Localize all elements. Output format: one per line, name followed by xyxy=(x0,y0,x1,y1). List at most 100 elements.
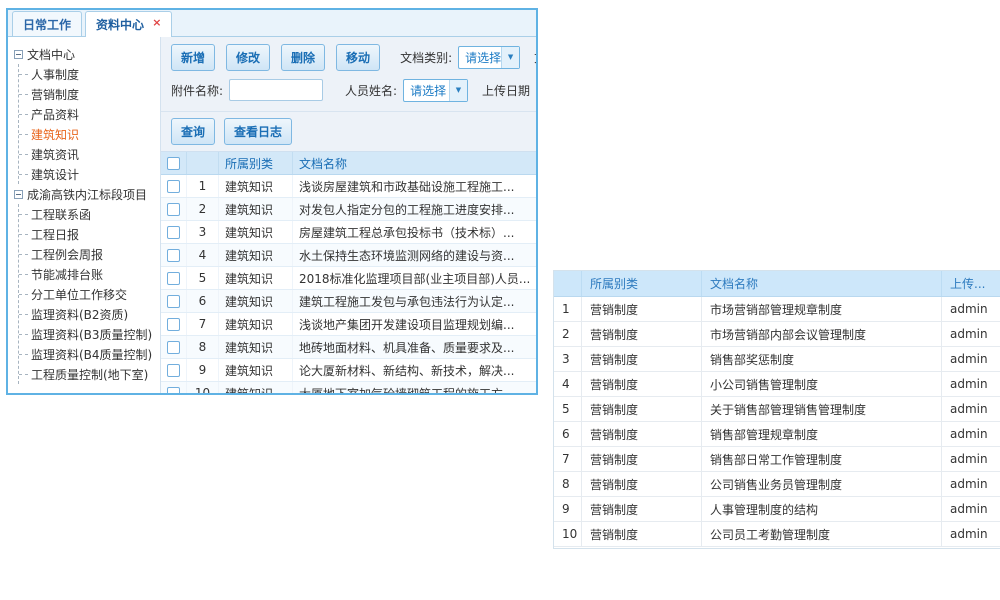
chevron-down-icon[interactable]: ▼ xyxy=(501,47,519,68)
row-checkbox[interactable] xyxy=(167,203,180,216)
row-number: 3 xyxy=(187,221,219,243)
table-row[interactable]: 9 营销制度 人事管理制度的结构 admin xyxy=(554,497,1000,522)
row-category: 营销制度 xyxy=(582,347,702,371)
sidebar-item[interactable]: 监理资料(B3质量控制) xyxy=(19,324,158,344)
row-uploader: admin xyxy=(942,372,1000,396)
table-row[interactable]: 5 营销制度 关于销售部管理销售管理制度 admin xyxy=(554,397,1000,422)
row-checkbox[interactable] xyxy=(167,272,180,285)
sidebar-item-label: 监理资料(B2资质) xyxy=(31,306,128,323)
sidebar-item-label: 产品资料 xyxy=(31,106,79,123)
sidebar-item-label: 节能减排台账 xyxy=(31,266,103,283)
row-category: 营销制度 xyxy=(582,297,702,321)
tree-connector xyxy=(19,94,28,95)
row-checkbox[interactable] xyxy=(167,387,180,394)
sidebar-item[interactable]: 产品资料 xyxy=(19,104,158,124)
attachment-name-input[interactable] xyxy=(229,79,323,101)
row-number: 7 xyxy=(187,313,219,335)
table-row[interactable]: 4 建筑知识 水土保持生态环境监测网络的建设与资... xyxy=(161,244,536,267)
table-row[interactable]: 4 营销制度 小公司销售管理制度 admin xyxy=(554,372,1000,397)
toolbar-button[interactable]: 新增 xyxy=(171,44,215,71)
tree-root-railway-project[interactable]: 成渝高铁内江标段项目 xyxy=(14,184,158,204)
tab-bar: 日常工作 资料中心 × xyxy=(8,10,536,37)
sidebar-item-label: 人事制度 xyxy=(31,66,79,83)
table-row[interactable]: 10 建筑知识 大厦地下室加气砼墙砌筑工程的施工方... xyxy=(161,382,536,393)
table-row[interactable]: 10 营销制度 公司员工考勤管理制度 admin xyxy=(554,522,1000,547)
sidebar-item[interactable]: 工程日报 xyxy=(19,224,158,244)
row-category: 营销制度 xyxy=(582,397,702,421)
sidebar-item[interactable]: 监理资料(B4质量控制) xyxy=(19,344,158,364)
person-name-select[interactable]: 请选择 ▼ xyxy=(403,79,468,102)
sidebar-item[interactable]: 建筑资讯 xyxy=(19,144,158,164)
table-row[interactable]: 6 建筑知识 建筑工程施工发包与承包违法行为认定... xyxy=(161,290,536,313)
tree-connector xyxy=(19,334,28,335)
sidebar-item[interactable]: 工程质量控制(地下室) xyxy=(19,364,158,384)
header-doc-name: 文档名称 xyxy=(293,152,536,174)
table-row[interactable]: 8 建筑知识 地砖地面材料、机具准备、质量要求及... xyxy=(161,336,536,359)
row-checkbox[interactable] xyxy=(167,249,180,262)
tree-root-document-center[interactable]: 文档中心 xyxy=(14,44,158,64)
row-number: 5 xyxy=(187,267,219,289)
table-row[interactable]: 7 建筑知识 浅谈地产集团开发建设项目监理规划编... xyxy=(161,313,536,336)
tab-daily-work[interactable]: 日常工作 xyxy=(12,11,82,36)
sidebar-item[interactable]: 分工单位工作移交 xyxy=(19,284,158,304)
view-log-button[interactable]: 查看日志 xyxy=(224,118,292,145)
table-row[interactable]: 9 建筑知识 论大厦新材料、新结构、新技术，解决... xyxy=(161,359,536,382)
doc-category-select[interactable]: 请选择 ▼ xyxy=(458,46,520,69)
close-icon[interactable]: × xyxy=(152,16,161,29)
table-row[interactable]: 5 建筑知识 2018标准化监理项目部(业主项目部)人员... xyxy=(161,267,536,290)
row-category: 营销制度 xyxy=(582,447,702,471)
table-row[interactable]: 1 建筑知识 浅谈房屋建筑和市政基础设施工程施工... xyxy=(161,175,536,198)
sidebar-item[interactable]: 建筑知识 xyxy=(19,124,158,144)
chevron-down-icon[interactable]: ▼ xyxy=(449,80,467,101)
table-row[interactable]: 3 营销制度 销售部奖惩制度 admin xyxy=(554,347,1000,372)
sidebar-item[interactable]: 人事制度 xyxy=(19,64,158,84)
toolbar-button[interactable]: 删除 xyxy=(281,44,325,71)
row-doc-name: 论大厦新材料、新结构、新技术，解决... xyxy=(293,359,536,381)
collapse-icon[interactable] xyxy=(14,50,23,59)
row-checkbox[interactable] xyxy=(167,226,180,239)
select-all-checkbox[interactable] xyxy=(167,157,180,170)
row-checkbox[interactable] xyxy=(167,364,180,377)
row-number: 8 xyxy=(554,472,582,496)
row-number: 2 xyxy=(187,198,219,220)
row-uploader: admin xyxy=(942,447,1000,471)
row-checkbox[interactable] xyxy=(167,341,180,354)
sidebar-item[interactable]: 工程例会周报 xyxy=(19,244,158,264)
sidebar-item[interactable]: 建筑设计 xyxy=(19,164,158,184)
tab-label: 资料中心 xyxy=(96,18,144,32)
table-row[interactable]: 3 建筑知识 房屋建筑工程总承包投标书（技术标）... xyxy=(161,221,536,244)
sidebar-tree: 文档中心 人事制度 营销制度 产品资料 xyxy=(8,37,160,393)
select-value: 请选择 xyxy=(404,82,446,99)
select-value: 请选择 xyxy=(459,49,501,66)
toolbar-button[interactable]: 移动 xyxy=(336,44,380,71)
row-category: 建筑知识 xyxy=(219,359,293,381)
sidebar-item[interactable]: 监理资料(B2资质) xyxy=(19,304,158,324)
table-row[interactable]: 2 营销制度 市场营销部内部会议管理制度 admin xyxy=(554,322,1000,347)
header-number-column xyxy=(554,271,582,296)
row-number: 9 xyxy=(187,359,219,381)
row-number: 9 xyxy=(554,497,582,521)
row-checkbox[interactable] xyxy=(167,180,180,193)
tree-connector xyxy=(19,174,28,175)
table-row[interactable]: 6 营销制度 销售部管理规章制度 admin xyxy=(554,422,1000,447)
toolbar-button[interactable]: 修改 xyxy=(226,44,270,71)
table-row[interactable]: 1 营销制度 市场营销部管理规章制度 admin xyxy=(554,297,1000,322)
table-row[interactable]: 7 营销制度 销售部日常工作管理制度 admin xyxy=(554,447,1000,472)
sidebar-item[interactable]: 工程联系函 xyxy=(19,204,158,224)
tab-data-center[interactable]: 资料中心 × xyxy=(85,11,172,37)
table-row[interactable]: 8 营销制度 公司销售业务员管理制度 admin xyxy=(554,472,1000,497)
row-checkbox[interactable] xyxy=(167,318,180,331)
row-doc-name: 市场营销部管理规章制度 xyxy=(702,297,942,321)
table-header: 所属别类 文档名称 xyxy=(161,152,536,175)
table-row[interactable]: 2 建筑知识 对发包人指定分包的工程施工进度安排... xyxy=(161,198,536,221)
toolbar-row-1: 新增 修改 删除 移动 文档类别: 请选择 ▼ 文档 xyxy=(171,44,536,70)
sidebar-item[interactable]: 营销制度 xyxy=(19,84,158,104)
sidebar-item-label: 建筑设计 xyxy=(31,166,79,183)
collapse-icon[interactable] xyxy=(14,190,23,199)
row-checkbox[interactable] xyxy=(167,295,180,308)
row-number: 3 xyxy=(554,347,582,371)
row-category: 建筑知识 xyxy=(219,198,293,220)
query-button[interactable]: 查询 xyxy=(171,118,215,145)
sidebar-item[interactable]: 节能减排台账 xyxy=(19,264,158,284)
row-category: 营销制度 xyxy=(582,322,702,346)
